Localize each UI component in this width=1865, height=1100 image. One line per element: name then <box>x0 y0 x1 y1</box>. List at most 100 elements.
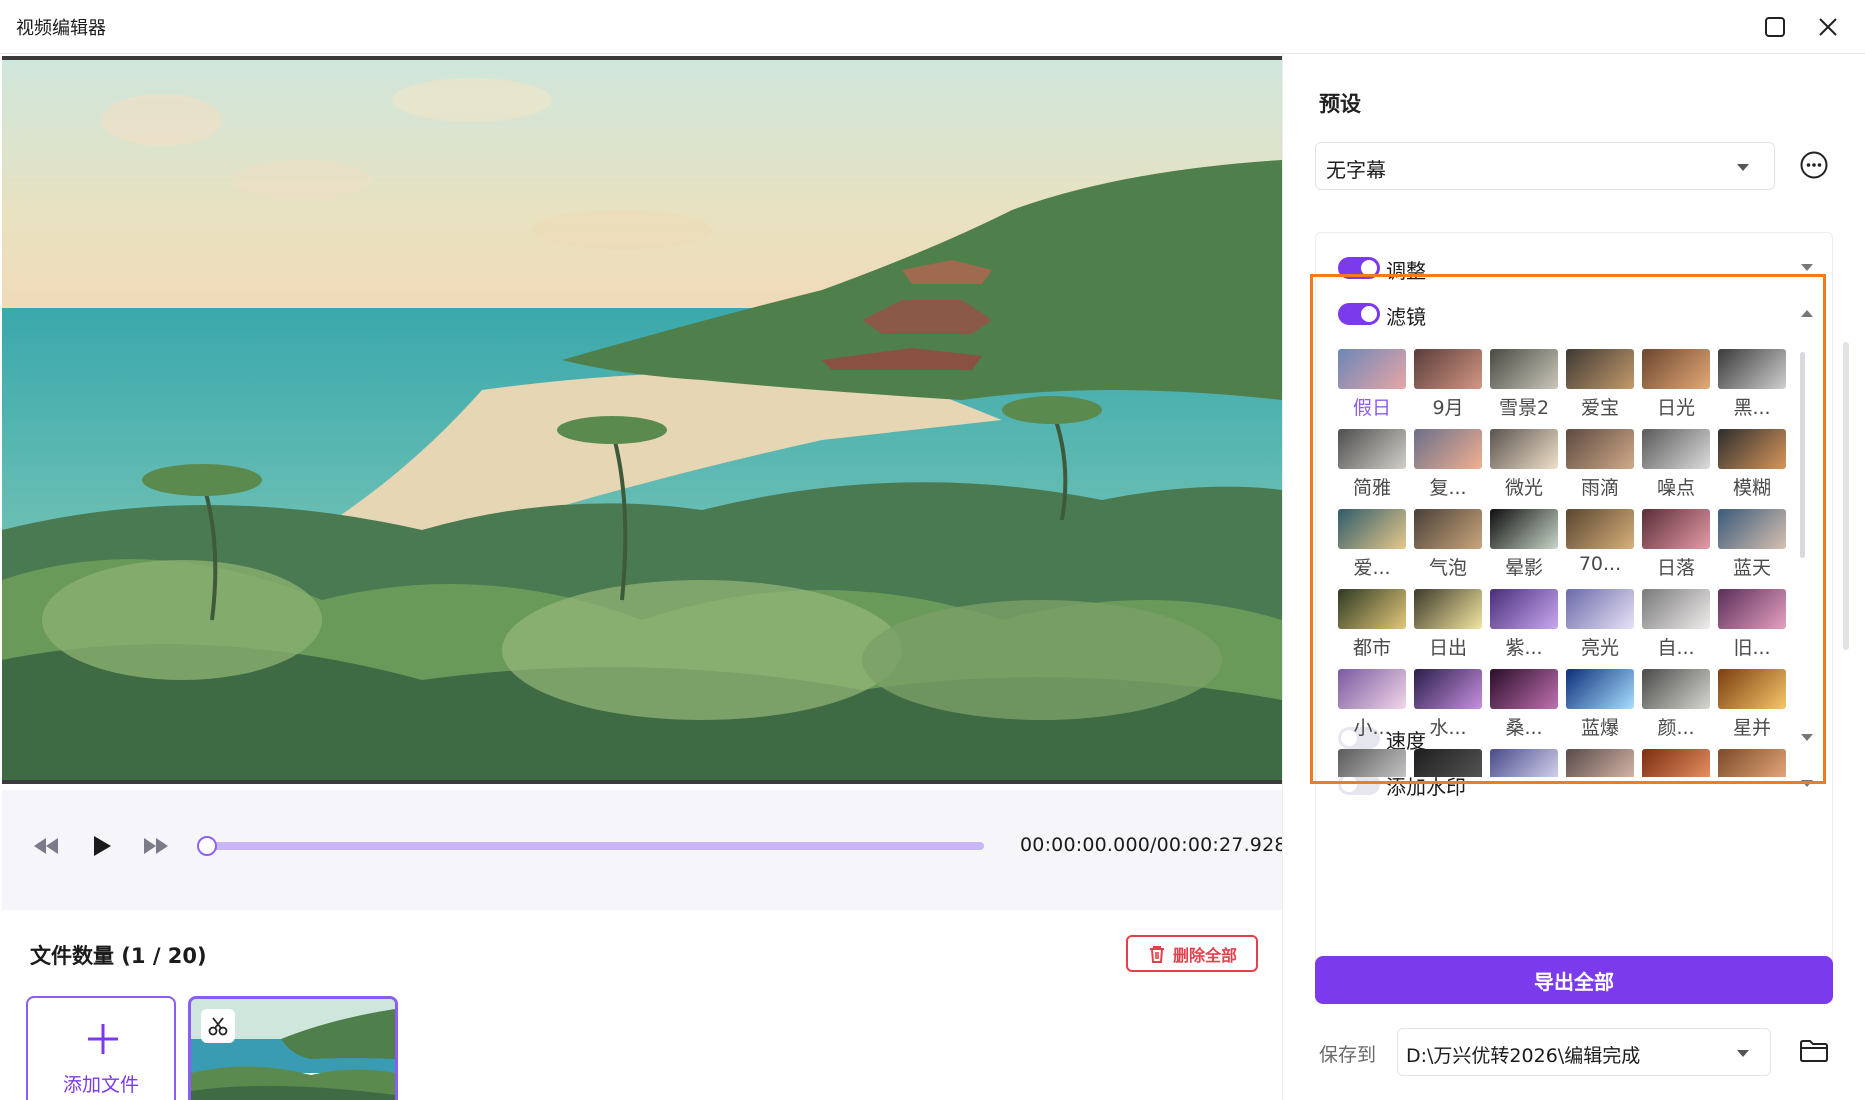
rewind-button[interactable] <box>28 828 64 864</box>
chevron-down-icon <box>1737 1050 1749 1057</box>
filter-tile[interactable]: 噪点 <box>1642 429 1710 501</box>
chevron-up-icon[interactable] <box>1800 309 1814 318</box>
adjust-toggle[interactable] <box>1338 257 1380 279</box>
filter-preview <box>1718 749 1786 777</box>
filter-tile[interactable] <box>1338 749 1406 777</box>
trim-button[interactable] <box>201 1009 235 1043</box>
filter-name: 黑... <box>1733 397 1771 419</box>
chevron-down-icon[interactable] <box>1800 733 1814 742</box>
seek-handle[interactable] <box>197 836 217 856</box>
filter-tile[interactable]: 旧... <box>1718 589 1786 661</box>
filter-name: 水... <box>1429 717 1467 739</box>
filter-preview <box>1566 509 1634 549</box>
filter-tile[interactable]: 复... <box>1414 429 1482 501</box>
filter-tile[interactable]: 9月 <box>1414 349 1482 421</box>
filter-toggle[interactable] <box>1338 303 1380 325</box>
filter-name: 雪景2 <box>1498 397 1550 419</box>
export-all-button[interactable]: 导出全部 <box>1315 956 1833 1004</box>
fast-forward-icon <box>144 838 168 854</box>
filter-preview <box>1338 749 1406 777</box>
add-file-button[interactable]: 添加文件 <box>26 996 176 1100</box>
filter-tile[interactable]: 都市 <box>1338 589 1406 661</box>
video-thumbnail[interactable] <box>188 996 398 1100</box>
filter-tile[interactable]: 蓝爆 <box>1566 669 1634 741</box>
preset-dropdown[interactable]: 无字幕 <box>1315 142 1775 190</box>
scissors-icon <box>208 1017 228 1036</box>
filter-preview <box>1718 429 1786 469</box>
filter-tile[interactable] <box>1490 749 1558 777</box>
filter-tile[interactable] <box>1566 749 1634 777</box>
filter-scrollbar[interactable] <box>1800 352 1805 558</box>
filter-name: 紫... <box>1505 637 1543 659</box>
filter-name: 桑... <box>1505 717 1543 739</box>
filter-tile[interactable]: 颜... <box>1642 669 1710 741</box>
filter-preview <box>1490 349 1558 389</box>
save-path-dropdown[interactable]: D:\万兴优转2026\编辑完成 <box>1397 1028 1771 1076</box>
filter-tile[interactable]: 日出 <box>1414 589 1482 661</box>
filter-preview <box>1338 669 1406 709</box>
filter-tile[interactable]: 水... <box>1414 669 1482 741</box>
filter-preview <box>1566 749 1634 777</box>
folder-icon <box>1800 1040 1828 1062</box>
filter-tile[interactable]: 日光 <box>1642 349 1710 421</box>
fast-forward-button[interactable] <box>138 828 174 864</box>
close-button[interactable] <box>1811 10 1845 44</box>
filter-preview <box>1642 749 1710 777</box>
filter-tile[interactable]: 星并 <box>1718 669 1786 741</box>
section-filter[interactable]: 滤镜 <box>1338 299 1818 329</box>
filter-tile[interactable]: 爱宝 <box>1566 349 1634 421</box>
trash-icon <box>1149 945 1164 963</box>
filter-tile[interactable]: 日落 <box>1642 509 1710 581</box>
filter-tile[interactable] <box>1642 749 1710 777</box>
filter-preview <box>1642 429 1710 469</box>
filter-name: 微光 <box>1504 477 1543 499</box>
filter-preview <box>1642 589 1710 629</box>
filter-tile[interactable]: 亮光 <box>1566 589 1634 661</box>
open-folder-button[interactable] <box>1799 1038 1831 1066</box>
chevron-down-icon[interactable] <box>1800 263 1814 272</box>
filter-tile[interactable]: 蓝天 <box>1718 509 1786 581</box>
filter-preview <box>1566 589 1634 629</box>
filter-preview <box>1338 589 1406 629</box>
play-button[interactable] <box>84 828 120 864</box>
filter-tile[interactable]: 桑... <box>1490 669 1558 741</box>
seek-bar[interactable] <box>197 836 984 856</box>
more-options-icon <box>1800 151 1828 179</box>
panel-scrollbar[interactable] <box>1843 342 1849 650</box>
filter-preview <box>1642 669 1710 709</box>
filter-tile[interactable]: 简雅 <box>1338 429 1406 501</box>
filter-tile[interactable]: 模糊 <box>1718 429 1786 501</box>
filter-preview <box>1718 669 1786 709</box>
filter-tile[interactable]: 晕影 <box>1490 509 1558 581</box>
filter-name: 蓝爆 <box>1580 717 1619 739</box>
filter-tile[interactable]: 雨滴 <box>1566 429 1634 501</box>
filter-preview <box>1338 509 1406 549</box>
chevron-down-icon[interactable] <box>1800 779 1814 788</box>
maximize-button[interactable] <box>1758 10 1792 44</box>
preset-value: 无字幕 <box>1326 158 1386 182</box>
filter-name: 日光 <box>1656 397 1695 419</box>
editor-main: 00:00:00.000/00:00:27.928 文件数量 (1 / 20) … <box>0 54 1286 1100</box>
filter-preview <box>1718 349 1786 389</box>
filter-tile[interactable]: 雪景2 <box>1490 349 1558 421</box>
filter-tile[interactable]: 假日 <box>1338 349 1406 421</box>
filter-tile[interactable]: 黑... <box>1718 349 1786 421</box>
filter-tile[interactable]: 紫... <box>1490 589 1558 661</box>
filter-tile[interactable] <box>1414 749 1482 777</box>
filter-tile[interactable]: 自... <box>1642 589 1710 661</box>
video-preview[interactable] <box>2 56 1282 784</box>
filter-tile[interactable]: 小... <box>1338 669 1406 741</box>
filter-tile[interactable]: 70... <box>1566 509 1634 581</box>
filter-tile[interactable] <box>1718 749 1786 777</box>
section-adjust[interactable]: 调整 <box>1338 253 1818 283</box>
filter-tile[interactable]: 爱... <box>1338 509 1406 581</box>
delete-all-button[interactable]: 删除全部 <box>1126 935 1258 972</box>
filter-preview <box>1490 429 1558 469</box>
filter-tile[interactable]: 气泡 <box>1414 509 1482 581</box>
filter-name: 颜... <box>1657 717 1695 739</box>
filter-name: 复... <box>1429 477 1467 499</box>
adjust-label: 调整 <box>1386 259 1426 283</box>
filter-name: 日出 <box>1428 637 1467 659</box>
filter-tile[interactable]: 微光 <box>1490 429 1558 501</box>
preset-more-button[interactable] <box>1799 150 1831 182</box>
